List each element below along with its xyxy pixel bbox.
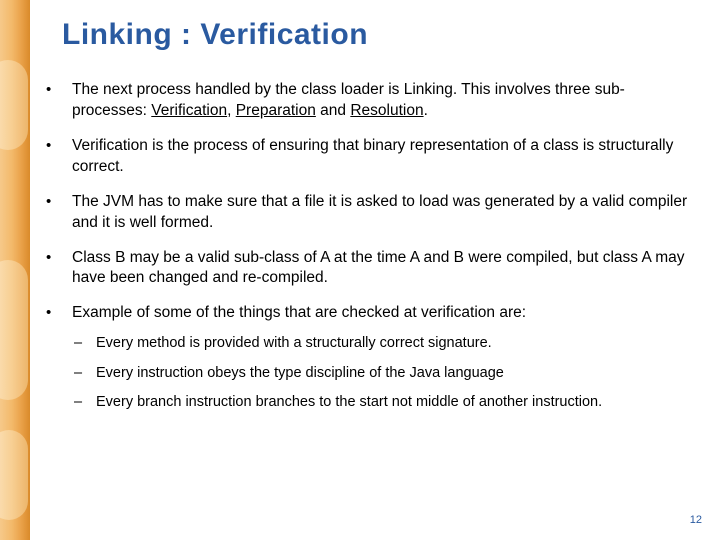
bullet-text: Class B may be a valid sub-class of A at… — [72, 249, 685, 287]
sub-bullet-text: Every method is provided with a structur… — [96, 335, 492, 351]
slide-side-decoration — [0, 0, 30, 540]
bullet-item: The next process handled by the class lo… — [42, 80, 694, 122]
sub-bullet-text: Every branch instruction branches to the… — [96, 394, 602, 410]
sub-bullet-item: Every instruction obeys the type discipl… — [72, 364, 694, 384]
sub-bullet-item: Every branch instruction branches to the… — [72, 393, 694, 413]
bullet-item: The JVM has to make sure that a file it … — [42, 192, 694, 234]
bullet-item: Verification is the process of ensuring … — [42, 136, 694, 178]
bullet-text-part: . — [424, 102, 428, 119]
bullet-text-part: , — [227, 102, 236, 119]
bullet-text: Verification is the process of ensuring … — [72, 137, 673, 175]
bullet-item: Example of some of the things that are c… — [42, 303, 694, 413]
bullet-underline: Verification — [151, 102, 227, 119]
bullet-item: Class B may be a valid sub-class of A at… — [42, 248, 694, 290]
sub-bullet-text: Every instruction obeys the type discipl… — [96, 365, 504, 381]
bullet-text-part: and — [316, 102, 350, 119]
slide-body: The next process handled by the class lo… — [42, 80, 694, 427]
bullet-underline: Preparation — [236, 102, 316, 119]
slide-title: Linking : Verification — [62, 18, 368, 52]
page-number: 12 — [690, 514, 702, 526]
bullet-underline: Resolution — [350, 102, 423, 119]
bullet-text: Example of some of the things that are c… — [72, 304, 526, 321]
sub-bullet-item: Every method is provided with a structur… — [72, 334, 694, 354]
bullet-text: The JVM has to make sure that a file it … — [72, 193, 687, 231]
